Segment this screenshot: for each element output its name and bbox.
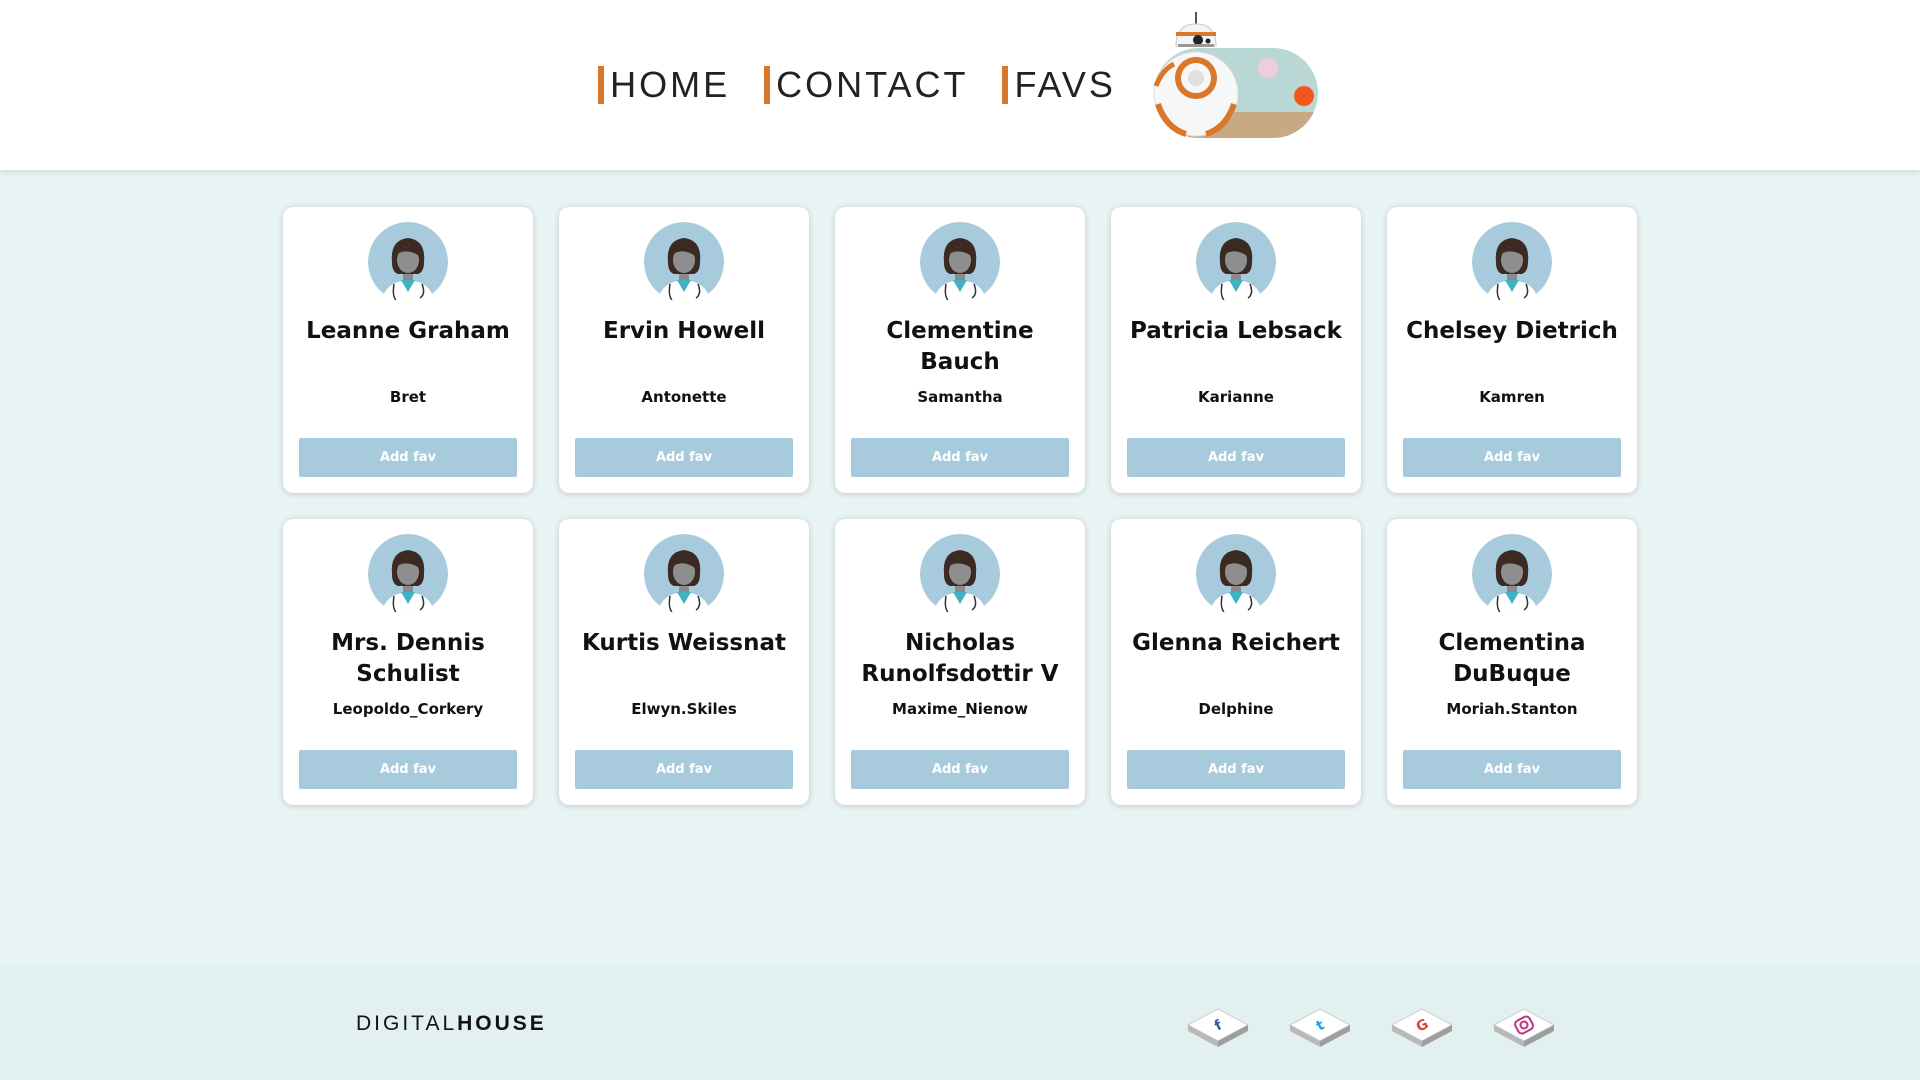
nav-favs-label: FAVS: [1014, 64, 1116, 105]
dentist-username: Leopoldo_Corkery: [332, 700, 484, 718]
add-fav-button[interactable]: Add fav: [851, 438, 1069, 477]
dentist-username: Maxime_Nienow: [892, 700, 1028, 718]
doctor-avatar-icon: [1472, 222, 1552, 302]
toggle-orange-dot: [1293, 86, 1314, 106]
dentist-card: Leanne Graham Bret Add fav: [283, 207, 533, 493]
doctor-avatar-icon: [368, 222, 448, 302]
nav-accent-bar: [598, 66, 605, 104]
doctor-avatar-icon: [920, 222, 1000, 302]
dentist-card: Glenna Reichert Delphine Add fav: [1111, 519, 1361, 805]
dentist-name: Patricia Lebsack: [1130, 318, 1342, 344]
top-header: HOME CONTACT FAVS: [0, 0, 1920, 170]
dentist-username: Elwyn.Skiles: [631, 700, 737, 718]
doctor-avatar-icon: [368, 534, 448, 614]
dentist-username: Karianne: [1198, 388, 1274, 406]
nav-home-link[interactable]: HOME: [598, 64, 731, 105]
nav-accent-bar: [764, 66, 771, 104]
nav-contact-label: CONTACT: [776, 64, 969, 105]
dentist-username: Moriah.Stanton: [1446, 700, 1578, 718]
dentist-username: Samantha: [917, 388, 1003, 406]
dentist-name: Clementine Bauch: [886, 318, 1034, 375]
add-fav-button[interactable]: Add fav: [1403, 438, 1621, 477]
dentist-card: Clementina DuBuque Moriah.Stanton Add fa…: [1387, 519, 1637, 805]
add-fav-button[interactable]: Add fav: [575, 750, 793, 789]
dentist-card: Clementine Bauch Samantha Add fav: [835, 207, 1085, 493]
dentist-card: Nicholas Runolfsdottir V Maxime_Nienow A…: [835, 519, 1085, 805]
main-nav: HOME CONTACT FAVS: [598, 64, 1116, 105]
add-fav-button[interactable]: Add fav: [1403, 750, 1621, 789]
doctor-avatar-icon: [1196, 534, 1276, 614]
dentist-name: Glenna Reichert: [1132, 630, 1340, 656]
dentist-username: Bret: [389, 388, 427, 406]
nav-home-label: HOME: [610, 64, 731, 105]
doctor-avatar-icon: [644, 534, 724, 614]
toggle-pink-dot: [1257, 58, 1278, 78]
doctor-avatar-icon: [920, 534, 1000, 614]
facebook-icon[interactable]: f: [1186, 995, 1250, 1059]
nav-favs-link[interactable]: FAVS: [1002, 64, 1116, 105]
google-icon[interactable]: G: [1390, 995, 1454, 1059]
add-fav-button[interactable]: Add fav: [575, 438, 793, 477]
dentist-card: Chelsey Dietrich Kamren Add fav: [1387, 207, 1637, 493]
dentist-name: Leanne Graham: [306, 318, 510, 344]
add-fav-button[interactable]: Add fav: [299, 438, 517, 477]
dentist-username: Antonette: [641, 388, 727, 406]
dentist-name: Mrs. Dennis Schulist: [331, 630, 485, 687]
dentist-name: Ervin Howell: [603, 318, 765, 344]
dentist-card: Mrs. Dennis Schulist Leopoldo_Corkery Ad…: [283, 519, 533, 805]
dentist-name: Nicholas Runolfsdottir V: [861, 630, 1059, 687]
dentist-name: Kurtis Weissnat: [581, 630, 786, 656]
nav-accent-bar: [1002, 66, 1009, 104]
add-fav-button[interactable]: Add fav: [851, 750, 1069, 789]
brand-text-house: HOUSE: [457, 1012, 547, 1035]
dentist-card-grid: Leanne Graham Bret Add fav Ervin Howell: [283, 207, 1637, 805]
add-fav-button[interactable]: Add fav: [299, 750, 517, 789]
instagram-icon[interactable]: [1492, 995, 1556, 1059]
add-fav-button[interactable]: Add fav: [1127, 438, 1345, 477]
doctor-avatar-icon: [1196, 222, 1276, 302]
dentist-name: Clementina DuBuque: [1438, 630, 1586, 687]
doctor-avatar-icon: [644, 222, 724, 302]
digitalhouse-logo: DIGITALHOUSE: [356, 1012, 547, 1036]
add-fav-button[interactable]: Add fav: [1127, 750, 1345, 789]
dentist-name: Chelsey Dietrich: [1406, 318, 1618, 344]
twitter-icon[interactable]: t: [1288, 995, 1352, 1059]
social-links: f t G: [1186, 995, 1556, 1059]
bb8-droid-icon: [1153, 12, 1239, 137]
doctor-avatar-icon: [1472, 534, 1552, 614]
page-footer: DIGITALHOUSE f t G: [0, 965, 1920, 1080]
brand-text-digital: DIGITAL: [356, 1012, 458, 1035]
dentist-username: Kamren: [1479, 388, 1545, 406]
dentist-card: Kurtis Weissnat Elwyn.Skiles Add fav: [559, 519, 809, 805]
dentist-card: Patricia Lebsack Karianne Add fav: [1111, 207, 1361, 493]
nav-contact-link[interactable]: CONTACT: [764, 64, 969, 105]
dentist-card: Ervin Howell Antonette Add fav: [559, 207, 809, 493]
bb8-theme-toggle-icon[interactable]: [1142, 10, 1322, 160]
dentist-username: Delphine: [1198, 700, 1274, 718]
